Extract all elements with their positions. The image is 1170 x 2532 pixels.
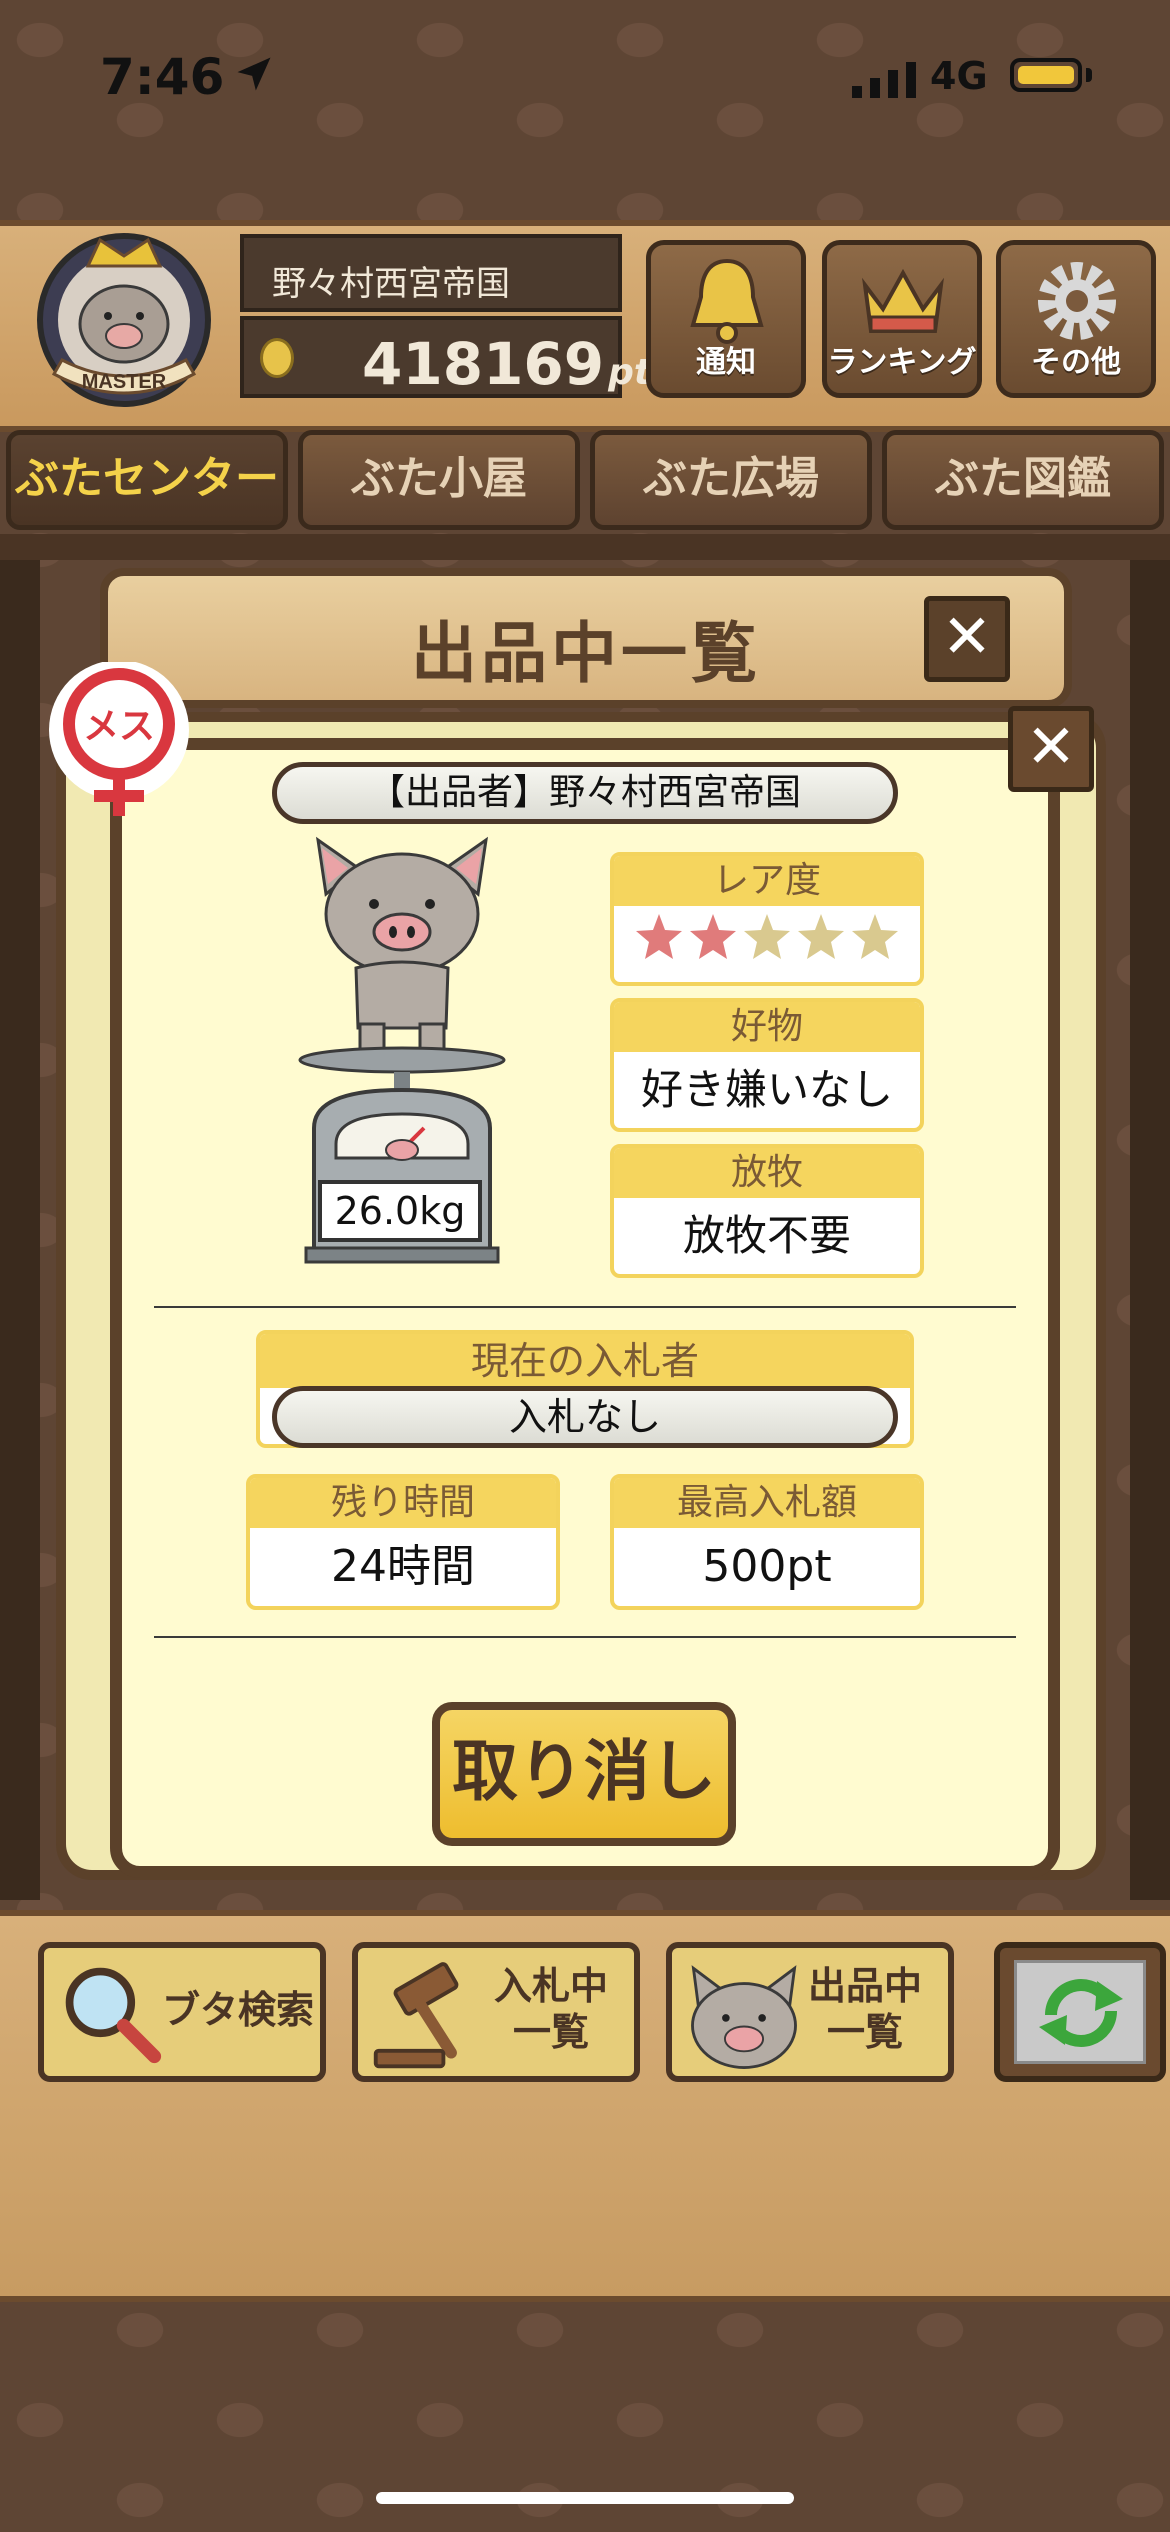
- points-display: 418169 pt: [240, 316, 651, 398]
- pig-search-button[interactable]: ブタ検索: [38, 1942, 326, 2082]
- right-post: [1130, 560, 1170, 1900]
- ceiling-beam: [0, 534, 1170, 560]
- refresh-button[interactable]: [994, 1942, 1166, 2082]
- gear-icon: [1038, 262, 1116, 340]
- favorite-food-value: 好き嫌いなし: [640, 1065, 893, 1114]
- rarity-label: レア度: [614, 856, 920, 906]
- ranking-label: ランキング: [827, 345, 977, 380]
- tab-buta-plaza[interactable]: ぶた広場: [590, 430, 872, 530]
- crown-icon: [862, 268, 944, 333]
- highest-bid-value: 500pt: [702, 1541, 832, 1592]
- time-left-box: 残り時間 24時間: [246, 1474, 560, 1610]
- status-bar: 7:46 4G: [0, 0, 1170, 150]
- location-arrow-icon: [237, 57, 271, 91]
- female-gender-badge: メス: [49, 662, 189, 816]
- coin-icon: [260, 338, 294, 378]
- magnifier-icon: [65, 1967, 162, 2064]
- tab-buta-encyclopedia[interactable]: ぶた図鑑: [882, 430, 1164, 530]
- tab-buta-hut[interactable]: ぶた小屋: [298, 430, 580, 530]
- time-left-value: 24時間: [331, 1541, 475, 1592]
- refresh-button-face: [1014, 1960, 1146, 2064]
- left-post: [0, 560, 40, 1900]
- star-empty-icon: [852, 914, 898, 959]
- highest-bid-label: 最高入札額: [614, 1478, 920, 1528]
- grazing-label: 放牧: [614, 1148, 920, 1198]
- network-type: 4G: [930, 54, 988, 98]
- refresh-icon: [1039, 1979, 1123, 2047]
- gender-label: メス: [83, 706, 155, 747]
- battery-cap: [1086, 68, 1092, 82]
- close-icon: ✕: [1025, 712, 1077, 782]
- signal-icon: [852, 62, 916, 98]
- cancel-listing-button[interactable]: 取り消し: [432, 1702, 736, 1846]
- favorite-food-box: 好物 好き嫌いなし: [610, 998, 924, 1132]
- notification-label: 通知: [696, 345, 756, 380]
- weight-display: 26.0kg: [318, 1180, 482, 1242]
- status-time: 7:46: [100, 48, 225, 106]
- bidding-list-button[interactable]: 入札中 一覧: [352, 1942, 640, 2082]
- player-name: 野々村西宮帝国: [240, 234, 622, 312]
- rarity-stars: [614, 906, 920, 962]
- gavel-icon: [373, 1962, 459, 2069]
- favorite-food-label: 好物: [614, 1002, 920, 1052]
- grazing-value: 放牧不要: [682, 1211, 851, 1260]
- pig-search-label: ブタ検索: [161, 1988, 314, 2032]
- star-filled-icon: [690, 914, 736, 959]
- other-label: その他: [1031, 345, 1121, 380]
- bell-icon: [690, 258, 764, 344]
- close-icon: ✕: [941, 602, 993, 672]
- other-button[interactable]: その他: [996, 240, 1156, 398]
- tab-buta-center[interactable]: ぶたセンター: [6, 430, 288, 530]
- points-value: 418169 pt: [362, 330, 652, 398]
- pig-face-icon: [691, 1965, 797, 2069]
- current-bidder-value: 入札なし: [272, 1386, 898, 1448]
- listing-list-label-2: 一覧: [826, 2010, 903, 2054]
- notification-button[interactable]: 通知: [646, 240, 806, 398]
- panel-close-button[interactable]: ✕: [924, 596, 1010, 682]
- time-left-label: 残り時間: [250, 1478, 556, 1528]
- seller-label: 【出品者】野々村西宮帝国: [272, 762, 898, 824]
- listing-list-label-1: 出品中: [807, 1964, 922, 2008]
- divider-bottom: [154, 1636, 1016, 1638]
- battery-icon: [1010, 58, 1082, 92]
- panel-title: 出品中一覧: [411, 615, 761, 692]
- master-badge-text: MASTER: [82, 371, 167, 393]
- bidding-list-label-1: 入札中: [493, 1964, 608, 2008]
- star-empty-icon: [744, 914, 790, 959]
- bidding-list-label-2: 一覧: [512, 2010, 589, 2054]
- rarity-box: レア度: [610, 852, 924, 986]
- listing-list-button[interactable]: 出品中 一覧: [666, 1942, 954, 2082]
- master-badge-avatar[interactable]: MASTER: [24, 232, 224, 408]
- star-empty-icon: [798, 914, 844, 959]
- current-bidder-label: 現在の入札者: [260, 1334, 910, 1388]
- grazing-box: 放牧 放牧不要: [610, 1144, 924, 1278]
- ranking-button[interactable]: ランキング: [822, 240, 982, 398]
- modal-close-button[interactable]: ✕: [1008, 706, 1094, 792]
- star-filled-icon: [636, 914, 682, 959]
- highest-bid-box: 最高入札額 500pt: [610, 1474, 924, 1610]
- home-indicator[interactable]: [376, 2492, 794, 2504]
- main-tabs: ぶたセンター ぶた小屋 ぶた広場 ぶた図鑑: [0, 424, 1170, 534]
- divider-top: [154, 1306, 1016, 1308]
